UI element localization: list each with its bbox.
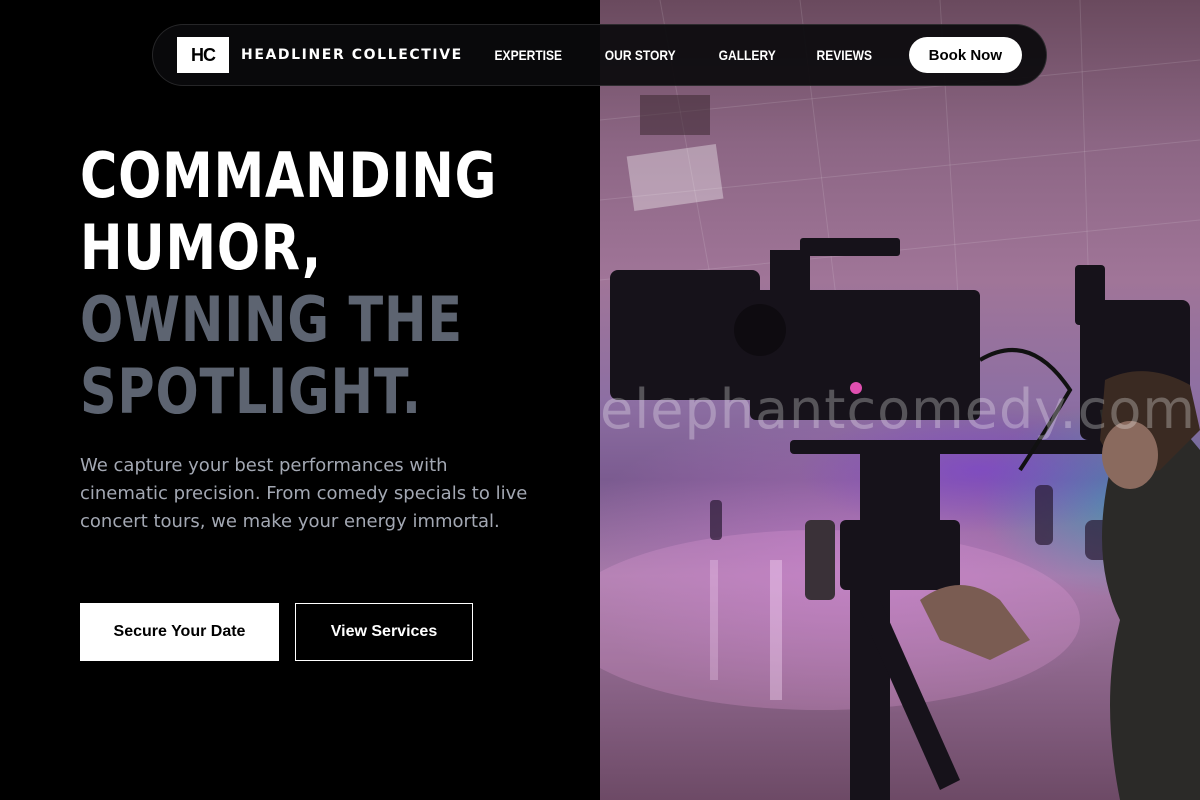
- headline-line-4: SPOTLIGHT.: [80, 355, 422, 428]
- nav-link-expertise[interactable]: EXPERTISE: [494, 47, 562, 63]
- hero-headline: COMMANDING HUMOR, OWNING THE SPOTLIGHT.: [80, 140, 600, 428]
- secure-your-date-button[interactable]: Secure Your Date: [80, 603, 279, 661]
- book-now-button[interactable]: Book Now: [908, 37, 1022, 73]
- hero-photo: elephantcomedy.com: [600, 0, 1200, 800]
- logo-mark[interactable]: HC: [177, 37, 229, 73]
- top-navigation: HC HEADLINER COLLECTIVE EXPERTISE OUR ST…: [152, 24, 1047, 86]
- headline-line-3: OWNING THE: [80, 283, 463, 356]
- nav-links: EXPERTISE OUR STORY GALLERY REVIEWS Book…: [489, 37, 1022, 73]
- nav-link-our-story[interactable]: OUR STORY: [605, 47, 676, 63]
- headline-line-1: COMMANDING: [80, 139, 498, 212]
- hero-description: We capture your best performances with c…: [80, 455, 528, 532]
- nav-link-reviews[interactable]: REVIEWS: [817, 47, 873, 63]
- hero-cta-row: Secure Your Date View Services: [80, 603, 473, 661]
- brand-name[interactable]: HEADLINER COLLECTIVE: [241, 47, 463, 63]
- view-services-button[interactable]: View Services: [295, 603, 473, 661]
- nav-link-gallery[interactable]: GALLERY: [718, 47, 775, 63]
- headline-line-2: HUMOR,: [80, 211, 322, 284]
- watermark: elephantcomedy.com: [600, 378, 1197, 441]
